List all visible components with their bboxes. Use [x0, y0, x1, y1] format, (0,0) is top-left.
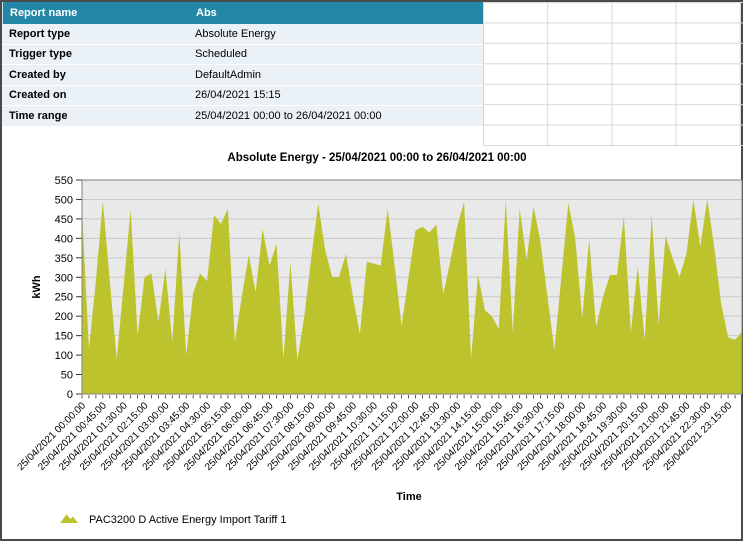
y-tick-label: 100: [55, 350, 73, 362]
y-tick-label: 150: [55, 331, 73, 343]
meta-label-cell[interactable]: Time range: [2, 110, 195, 122]
meta-value-cell[interactable]: DefaultAdmin: [195, 69, 483, 81]
report-table-header[interactable]: Report name Abs: [2, 2, 483, 24]
meta-label-cell[interactable]: Report name: [3, 7, 196, 19]
absolute-energy-area-chart: Absolute Energy - 25/04/2021 00:00 to 26…: [2, 147, 743, 543]
spreadsheet-grid[interactable]: [483, 2, 743, 146]
y-tick-label: 200: [55, 311, 73, 323]
meta-label-cell[interactable]: Created on: [2, 89, 195, 101]
y-tick-label: 350: [55, 253, 73, 265]
report-meta-row[interactable]: Report type Absolute Energy: [2, 24, 483, 45]
y-tick-label: 450: [55, 214, 73, 226]
report-window: Report name Abs Report type Absolute Ene…: [0, 0, 743, 541]
report-meta-row[interactable]: Created by DefaultAdmin: [2, 65, 483, 86]
y-tick-label: 300: [55, 272, 73, 284]
y-tick-label: 500: [55, 194, 73, 206]
y-tick-label: 250: [55, 292, 73, 304]
report-meta-row[interactable]: Created on 26/04/2021 15:15: [2, 86, 483, 107]
meta-value-cell[interactable]: Absolute Energy: [195, 28, 483, 40]
y-axis-title: kWh: [31, 275, 43, 299]
chart-title: Absolute Energy - 25/04/2021 00:00 to 26…: [227, 152, 526, 164]
y-tick-label: 50: [61, 370, 73, 382]
meta-value-cell[interactable]: 26/04/2021 15:15: [195, 89, 483, 101]
y-tick-label: 0: [67, 389, 73, 401]
legend-area-icon: [60, 515, 78, 524]
y-tick-label: 400: [55, 233, 73, 245]
meta-label-cell[interactable]: Created by: [2, 69, 195, 81]
report-meta-row[interactable]: Trigger type Scheduled: [2, 45, 483, 66]
y-tick-label: 550: [55, 175, 73, 187]
meta-value-cell[interactable]: 25/04/2021 00:00 to 26/04/2021 00:00: [195, 110, 483, 122]
meta-label-cell[interactable]: Trigger type: [2, 48, 195, 60]
report-meta-table: Report name Abs Report type Absolute Ene…: [2, 2, 483, 127]
report-meta-row[interactable]: Time range 25/04/2021 00:00 to 26/04/202…: [2, 106, 483, 127]
meta-value-cell[interactable]: Abs: [196, 7, 483, 19]
x-axis-title: Time: [396, 491, 421, 503]
meta-value-cell[interactable]: Scheduled: [195, 48, 483, 60]
legend-label: PAC3200 D Active Energy Import Tariff 1: [89, 514, 286, 526]
meta-label-cell[interactable]: Report type: [2, 28, 195, 40]
